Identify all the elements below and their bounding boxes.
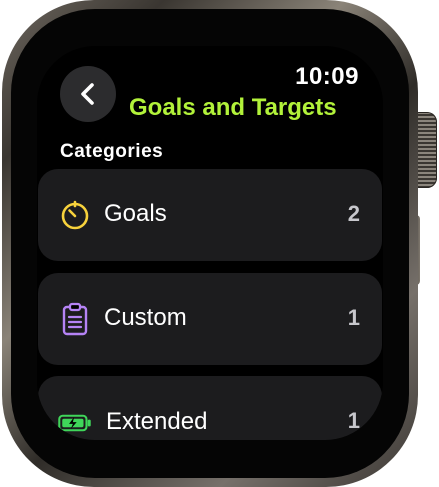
timer-icon: [58, 198, 92, 232]
category-count: 2: [347, 201, 360, 226]
category-row-custom[interactable]: Custom 1: [38, 273, 382, 365]
battery-charging-icon: [58, 406, 92, 440]
section-label-categories: Categories: [60, 141, 164, 162]
back-button[interactable]: [60, 66, 116, 122]
watch-screen: 10:09 Goals and Targets Categories Goals…: [37, 46, 383, 440]
status-time: 10:09: [295, 63, 359, 90]
category-row-extended[interactable]: Extended 1: [38, 376, 382, 440]
clipboard-icon: [58, 302, 92, 336]
page-title: Goals and Targets: [129, 94, 337, 121]
category-label: Extended: [106, 408, 208, 435]
category-label: Custom: [104, 304, 187, 331]
category-row-goals[interactable]: Goals 2: [38, 169, 382, 261]
watch-stage: 10:09 Goals and Targets Categories Goals…: [0, 0, 439, 487]
chevron-left-icon: [81, 83, 94, 105]
category-count: 1: [347, 305, 360, 330]
category-count: 1: [347, 408, 360, 433]
category-label: Goals: [104, 200, 167, 227]
